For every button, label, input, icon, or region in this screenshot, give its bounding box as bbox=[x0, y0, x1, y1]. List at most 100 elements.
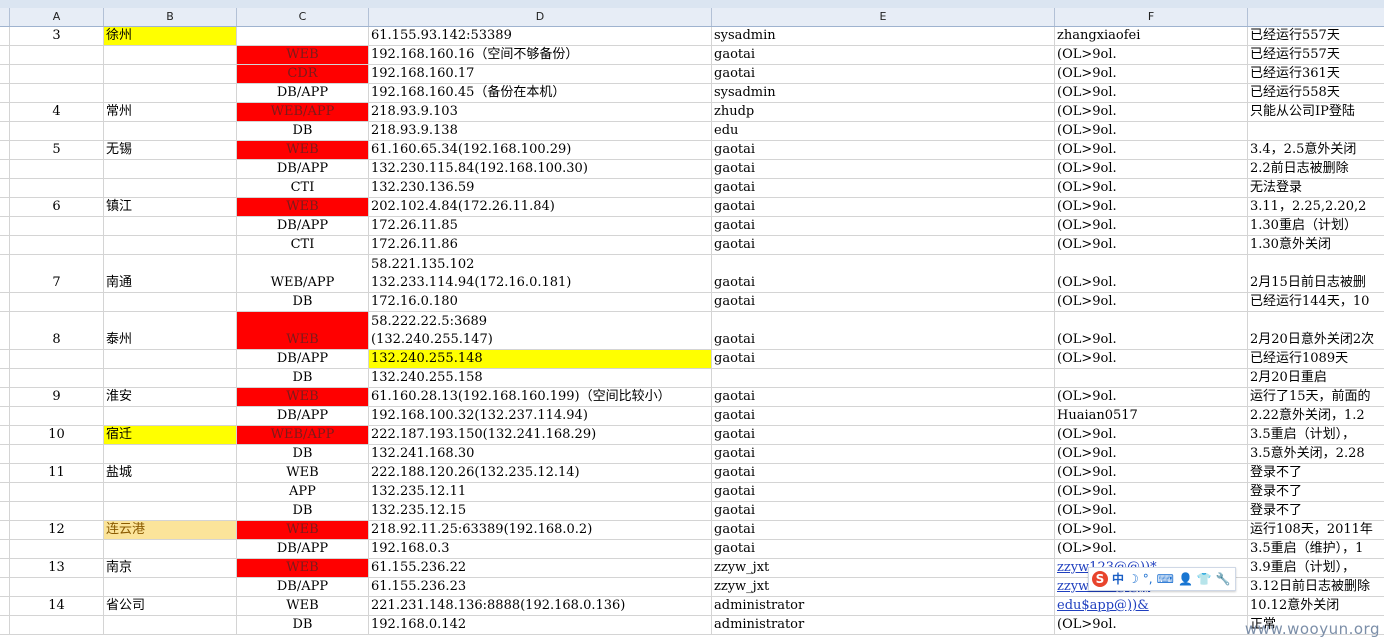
cell-city[interactable]: 常州 bbox=[104, 103, 237, 122]
column-header-d[interactable]: D bbox=[369, 8, 712, 26]
cell-password[interactable]: (OL>9ol. bbox=[1055, 65, 1248, 84]
cell-ip-address[interactable]: 192.168.160.17 bbox=[369, 65, 712, 84]
cell-status-note[interactable]: 已经运行558天 bbox=[1248, 84, 1384, 103]
cell-index[interactable] bbox=[10, 236, 104, 255]
cell-password[interactable] bbox=[1055, 369, 1248, 388]
user-icon[interactable]: 👤 bbox=[1178, 571, 1193, 587]
cell-ip-address[interactable]: 132.240.255.148 bbox=[369, 350, 712, 369]
cell-username[interactable]: edu bbox=[712, 122, 1055, 141]
cell-password[interactable]: (OL>9ol. bbox=[1055, 160, 1248, 179]
cell-password[interactable]: (OL>9ol. bbox=[1055, 445, 1248, 464]
cell-username[interactable]: gaotai bbox=[712, 464, 1055, 483]
ime-toolbar[interactable]: S 中 ☽ °, ⌨ 👤 👕 🔧 bbox=[1088, 567, 1236, 591]
cell-index[interactable] bbox=[10, 483, 104, 502]
cell-ip-address[interactable]: 132.235.12.11 bbox=[369, 483, 712, 502]
cell-server-role[interactable]: WEB bbox=[237, 198, 369, 217]
cell-status-note[interactable]: 3.12日前日志被删除 bbox=[1248, 578, 1384, 597]
cell-city[interactable] bbox=[104, 445, 237, 464]
cell-server-role[interactable]: DB bbox=[237, 369, 369, 388]
cell-ip-address[interactable]: 192.168.0.142 bbox=[369, 616, 712, 635]
punctuation-icon[interactable]: °, bbox=[1143, 571, 1153, 587]
cell-status-note[interactable]: 3.5重启（维护），1 bbox=[1248, 540, 1384, 559]
cell-city[interactable] bbox=[104, 179, 237, 198]
cell-city[interactable] bbox=[104, 350, 237, 369]
cell-index[interactable]: 11 bbox=[10, 464, 104, 483]
cell-index[interactable] bbox=[10, 65, 104, 84]
cell-ip-address[interactable]: 132.230.115.84(192.168.100.30) bbox=[369, 160, 712, 179]
cell-index[interactable]: 9 bbox=[10, 388, 104, 407]
cell-city[interactable]: 淮安 bbox=[104, 388, 237, 407]
cell-ip-address[interactable]: 218.92.11.25:63389(192.168.0.2) bbox=[369, 521, 712, 540]
cell-ip-address[interactable]: 61.155.236.23 bbox=[369, 578, 712, 597]
cell-index[interactable]: 10 bbox=[10, 426, 104, 445]
cell-index[interactable]: 12 bbox=[10, 521, 104, 540]
cell-index[interactable] bbox=[10, 502, 104, 521]
cell-username[interactable]: gaotai bbox=[712, 179, 1055, 198]
cell-index[interactable] bbox=[10, 293, 104, 312]
cell-ip-address[interactable]: 218.93.9.138 bbox=[369, 122, 712, 141]
cell-server-role[interactable]: DB bbox=[237, 445, 369, 464]
cell-password[interactable]: (OL>9ol. bbox=[1055, 103, 1248, 122]
cell-city[interactable] bbox=[104, 407, 237, 426]
cell-username[interactable]: zhudp bbox=[712, 103, 1055, 122]
cell-index[interactable]: 14 bbox=[10, 597, 104, 616]
cell-status-note[interactable]: 10.12意外关闭 bbox=[1248, 597, 1384, 616]
cell-city[interactable]: 泰州 bbox=[104, 312, 237, 350]
cell-password[interactable]: edu$app@))& bbox=[1055, 597, 1248, 616]
cell-city[interactable] bbox=[104, 483, 237, 502]
cell-status-note[interactable]: 3.5意外关闭，2.28 bbox=[1248, 445, 1384, 464]
cell-server-role[interactable]: DB/APP bbox=[237, 407, 369, 426]
cell-index[interactable]: 8 bbox=[10, 312, 104, 350]
cell-status-note[interactable]: 已经运行144天，10 bbox=[1248, 293, 1384, 312]
cell-status-note[interactable]: 无法登录 bbox=[1248, 179, 1384, 198]
corner-select-all[interactable] bbox=[0, 8, 10, 26]
cell-server-role[interactable]: DB/APP bbox=[237, 578, 369, 597]
cell-username[interactable]: gaotai bbox=[712, 540, 1055, 559]
cell-username[interactable]: gaotai bbox=[712, 217, 1055, 236]
cell-server-role[interactable]: CTI bbox=[237, 236, 369, 255]
cell-ip-address[interactable]: 221.231.148.136:8888(192.168.0.136) bbox=[369, 597, 712, 616]
cell-status-note[interactable]: 1.30意外关闭 bbox=[1248, 236, 1384, 255]
cell-city[interactable]: 连云港 bbox=[104, 521, 237, 540]
cell-username[interactable]: administrator bbox=[712, 616, 1055, 635]
cell-username[interactable]: gaotai bbox=[712, 312, 1055, 350]
cell-city[interactable] bbox=[104, 293, 237, 312]
cell-password[interactable]: (OL>9ol. bbox=[1055, 426, 1248, 445]
cell-city[interactable] bbox=[104, 369, 237, 388]
cell-server-role[interactable] bbox=[237, 27, 369, 46]
cell-username[interactable]: gaotai bbox=[712, 255, 1055, 293]
cell-server-role[interactable]: DB/APP bbox=[237, 217, 369, 236]
cell-status-note[interactable]: 2.22意外关闭，1.2 bbox=[1248, 407, 1384, 426]
cell-index[interactable] bbox=[10, 578, 104, 597]
cell-username[interactable]: gaotai bbox=[712, 198, 1055, 217]
cell-server-role[interactable]: DB/APP bbox=[237, 350, 369, 369]
cell-ip-address[interactable]: 192.168.160.16（空间不够备份） bbox=[369, 46, 712, 65]
cell-username[interactable]: administrator bbox=[712, 597, 1055, 616]
cell-password[interactable]: (OL>9ol. bbox=[1055, 464, 1248, 483]
cell-status-note[interactable]: 2.2前日志被删除 bbox=[1248, 160, 1384, 179]
cell-ip-address[interactable]: 192.168.160.45（备份在本机） bbox=[369, 84, 712, 103]
cell-server-role[interactable]: DB/APP bbox=[237, 540, 369, 559]
column-header-a[interactable]: A bbox=[10, 8, 104, 26]
cell-ip-address[interactable]: 58.222.22.5:3689 (132.240.255.147) bbox=[369, 312, 712, 350]
cell-password[interactable]: (OL>9ol. bbox=[1055, 236, 1248, 255]
column-header-c[interactable]: C bbox=[237, 8, 369, 26]
cell-index[interactable]: 5 bbox=[10, 141, 104, 160]
cell-ip-address[interactable]: 218.93.9.103 bbox=[369, 103, 712, 122]
cell-status-note[interactable]: 已经运行1089天 bbox=[1248, 350, 1384, 369]
shirt-icon[interactable]: 👕 bbox=[1197, 571, 1212, 587]
cell-status-note[interactable]: 3.4，2.5意外关闭 bbox=[1248, 141, 1384, 160]
cell-server-role[interactable]: DB bbox=[237, 293, 369, 312]
cell-index[interactable]: 13 bbox=[10, 559, 104, 578]
cell-password[interactable]: (OL>9ol. bbox=[1055, 540, 1248, 559]
cell-city[interactable]: 镇江 bbox=[104, 198, 237, 217]
cell-ip-address[interactable]: 132.230.136.59 bbox=[369, 179, 712, 198]
cell-ip-address[interactable]: 61.160.28.13(192.168.160.199)（空间比较小） bbox=[369, 388, 712, 407]
cell-city[interactable] bbox=[104, 65, 237, 84]
cell-server-role[interactable]: DB bbox=[237, 502, 369, 521]
cell-server-role[interactable]: WEB bbox=[237, 597, 369, 616]
cell-status-note[interactable]: 已经运行557天 bbox=[1248, 46, 1384, 65]
cell-status-note[interactable]: 2月20日意外关闭2次 bbox=[1248, 312, 1384, 350]
cell-index[interactable]: 6 bbox=[10, 198, 104, 217]
cell-username[interactable]: gaotai bbox=[712, 236, 1055, 255]
